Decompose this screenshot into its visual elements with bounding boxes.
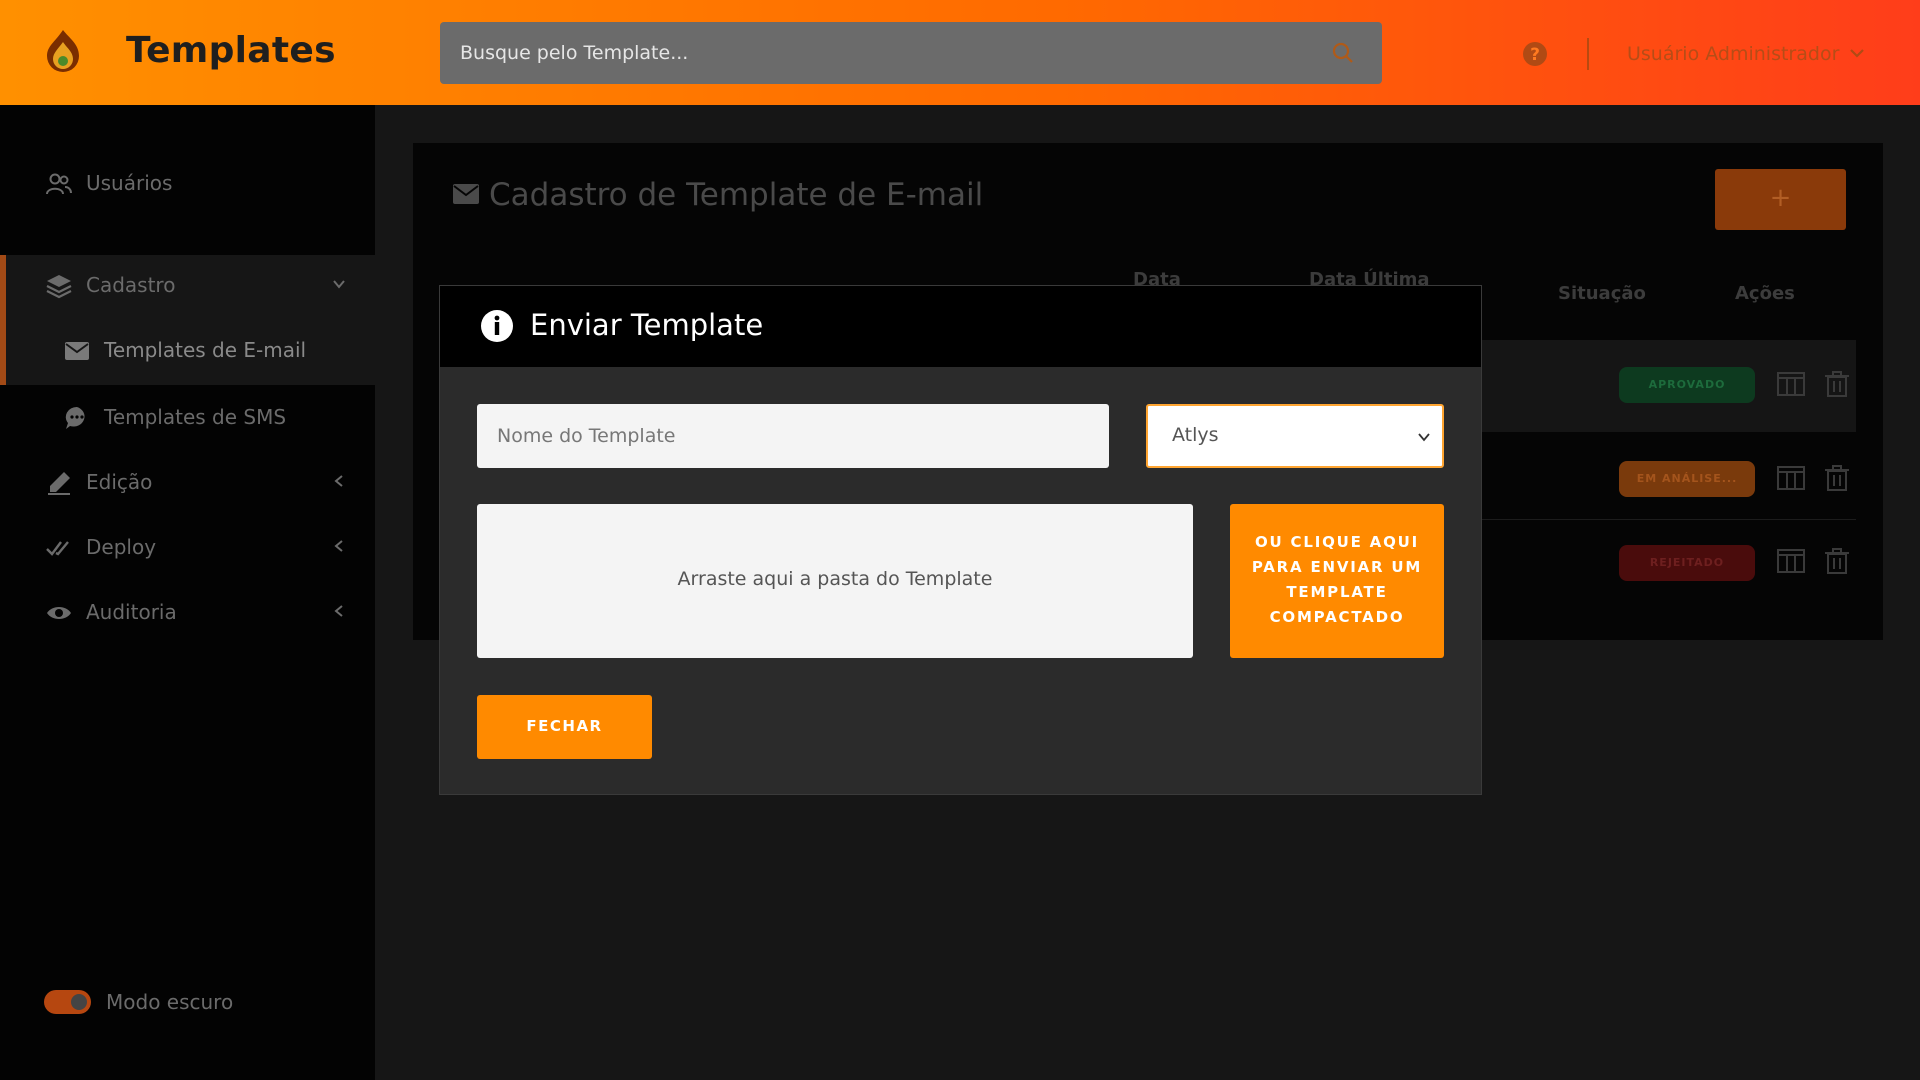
svg-text:?: ? [1530,45,1540,65]
eye-icon [47,607,71,619]
send-template-modal: Enviar Template Atlys Arraste aqui a pas… [439,285,1482,795]
sidebar-item-label: Cadastro [86,273,176,297]
logo-icon [47,30,79,72]
dropzone-text: Arraste aqui a pasta do Template [677,568,993,590]
envelope-icon [453,184,479,204]
pen-icon [48,472,70,495]
layers-icon [46,275,72,299]
sidebar-item-label: Auditoria [86,600,177,624]
page-title: Cadastro de Template de E-mail [489,177,984,213]
table-row: EM ANÁLISE... [1473,433,1856,519]
search-bar [440,22,1382,84]
template-type-select[interactable]: Atlys [1146,404,1444,468]
table-row: REJEITADO [1473,520,1856,606]
status-badge: EM ANÁLISE... [1619,461,1755,497]
add-button-label: + [1769,183,1792,213]
column-header-situacao: Situação [1558,283,1646,304]
status-badge: APROVADO [1619,367,1755,403]
sidebar-item-label: Deploy [86,535,157,559]
columns-icon[interactable] [1777,464,1805,492]
select-value: Atlys [1172,424,1219,446]
trash-icon[interactable] [1823,370,1851,398]
chevron-down-icon [333,280,345,289]
sidebar-item-templates-email[interactable]: Templates de E-mail [0,318,375,382]
user-menu-name[interactable]: Usuário Administrador [1627,43,1839,65]
table-row: APROVADO [1473,340,1856,432]
sidebar-item-label: Templates de E-mail [104,338,307,362]
envelope-icon [65,342,89,360]
column-header-acoes: Ações [1735,283,1795,304]
dark-mode-label: Modo escuro [106,990,234,1014]
sidebar-item-deploy[interactable]: Deploy [0,515,375,579]
chevron-left-icon [334,605,343,617]
sidebar-item-auditoria[interactable]: Auditoria [0,580,375,644]
sidebar: Usuários Cadastro Templates de E-mail Te… [0,105,375,1080]
upload-compressed-button[interactable]: OU CLIQUE AQUI PARA ENVIAR UM TEMPLATE C… [1230,504,1444,658]
columns-icon[interactable] [1777,370,1805,398]
chevron-down-icon[interactable] [1849,46,1865,60]
modal-header: Enviar Template [440,286,1481,367]
header-divider [1587,38,1589,70]
double-check-icon [46,541,69,556]
users-icon [46,173,72,195]
modal-title: Enviar Template [530,308,764,342]
search-icon[interactable] [1332,42,1354,64]
template-dropzone[interactable]: Arraste aqui a pasta do Template [477,504,1193,658]
chat-icon [65,406,85,429]
chevron-left-icon [334,475,343,487]
status-badge: REJEITADO [1619,545,1755,581]
sidebar-item-edicao[interactable]: Edição [0,450,375,514]
app-title: Templates [126,30,336,71]
top-header: Templates ? Usuário Administrador [0,0,1920,105]
toggle-knob [71,994,87,1010]
sidebar-item-label: Usuários [86,171,173,195]
columns-icon[interactable] [1777,547,1805,575]
dark-mode-toggle[interactable] [44,990,91,1014]
chevron-left-icon [334,540,343,552]
trash-icon[interactable] [1823,464,1851,492]
add-template-button[interactable]: + [1715,169,1846,230]
close-button[interactable]: FECHAR [477,695,652,759]
sidebar-item-templates-sms[interactable]: Templates de SMS [0,385,375,449]
info-icon [481,310,513,342]
sidebar-item-cadastro[interactable]: Cadastro [0,253,375,317]
chevron-down-icon [1418,433,1430,442]
sidebar-item-label: Templates de SMS [104,405,287,429]
help-icon[interactable]: ? [1522,41,1548,67]
upload-button-label: OU CLIQUE AQUI PARA ENVIAR UM TEMPLATE C… [1251,533,1423,626]
template-name-input[interactable] [477,404,1109,468]
close-button-label: FECHAR [526,717,603,735]
sidebar-group-cadastro: Cadastro Templates de E-mail [0,255,375,385]
search-input[interactable] [460,22,1320,84]
sidebar-item-label: Edição [86,470,153,494]
trash-icon[interactable] [1823,547,1851,575]
sidebar-item-usuarios[interactable]: Usuários [0,151,375,215]
